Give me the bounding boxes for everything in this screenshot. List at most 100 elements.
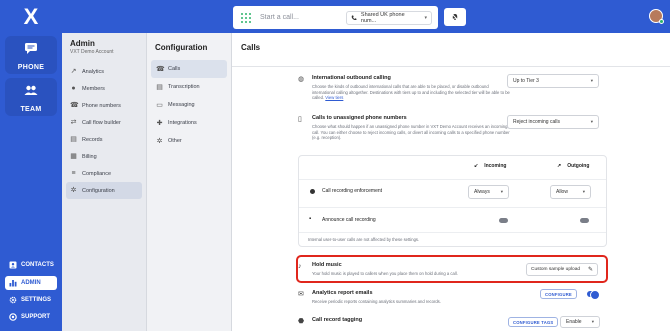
config-nav-calls[interactable]: ☎ Calls: [151, 60, 227, 78]
header-divider: [232, 66, 670, 67]
incoming-recording-value: Always: [474, 189, 490, 195]
call-tagging-value: Enable: [566, 319, 582, 325]
admin-nav-call-flow-builder[interactable]: ⇄ Call flow builder: [66, 114, 142, 131]
call-tagging-select[interactable]: Enable ▾: [560, 316, 600, 328]
contacts-icon: [9, 261, 17, 269]
chevron-down-icon: ▾: [500, 189, 503, 194]
analytics-emails-desc: Receive periodic reports containing anal…: [312, 299, 441, 304]
call-input[interactable]: Start a call...: [260, 14, 346, 21]
app-logo: X: [23, 4, 39, 29]
config-nav-label: Other: [168, 138, 182, 144]
bar-chart-icon: [9, 280, 17, 287]
config-nav-label: Integrations: [168, 120, 197, 126]
outgoing-recording-value: Allow: [556, 189, 568, 195]
document-icon: ▤: [156, 83, 163, 91]
record-icon: [310, 189, 315, 194]
phone-number-select[interactable]: Shared UK phone num... ▾: [346, 10, 432, 25]
arrow-outgoing-icon: ↗: [557, 163, 562, 169]
rail-support-button[interactable]: SUPPORT: [5, 310, 57, 324]
admin-subtitle: VXT Demo Account: [70, 49, 114, 55]
chevron-down-icon: ▾: [582, 189, 585, 194]
rail-settings-button[interactable]: SETTINGS: [5, 293, 57, 307]
dialpad-icon[interactable]: [241, 12, 251, 23]
unassigned-title: Calls to unassigned phone numbers: [312, 115, 407, 121]
message-icon: ▭: [156, 101, 163, 109]
admin-nav-label: Billing: [82, 153, 97, 160]
admin-nav-label: Records: [82, 136, 103, 143]
configure-button[interactable]: CONFIGURE: [540, 289, 577, 299]
billing-icon: ▦: [70, 153, 77, 160]
admin-nav-billing[interactable]: ▦ Billing: [66, 148, 142, 165]
flow-icon: ⇄: [70, 119, 77, 126]
panel-divider: [299, 232, 606, 233]
configuration-title: Configuration: [155, 43, 208, 52]
international-tier-value: Up to Tier 3: [513, 78, 539, 84]
config-nav-transcription[interactable]: ▤ Transcription: [151, 78, 227, 96]
team-icon: [24, 85, 38, 95]
top-bar: Start a call... Shared UK phone num... ▾: [62, 0, 670, 33]
announce-title: Announce call recording: [322, 217, 376, 223]
unassigned-action-select[interactable]: Reject incoming calls ▾: [507, 115, 599, 129]
online-status-dot: [659, 19, 664, 24]
admin-nav-label: Configuration: [82, 187, 115, 194]
admin-nav-label: Analytics: [82, 68, 105, 75]
outgoing-recording-select[interactable]: Allow ▾: [550, 185, 591, 199]
config-nav-label: Calls: [168, 66, 181, 72]
admin-nav-records[interactable]: ▤ Records: [66, 131, 142, 148]
incoming-recording-select[interactable]: Always ▾: [468, 185, 509, 199]
mail-icon: ✉: [298, 291, 304, 298]
analytics-emails-toggle[interactable]: [587, 290, 600, 300]
admin-nav-compliance[interactable]: ≡ Compliance: [66, 165, 142, 182]
view-tiers-link[interactable]: View tiers: [325, 95, 343, 100]
configuration-sidebar: Configuration ☎ Calls ▤ Transcription ▭ Mes…: [147, 33, 232, 331]
panel-divider: [299, 179, 606, 180]
international-tier-select[interactable]: Up to Tier 3 ▾: [507, 74, 599, 88]
admin-nav-phone-numbers[interactable]: ☎ Phone numbers: [66, 97, 142, 114]
phone-icon: ☎: [70, 102, 79, 109]
admin-nav-configuration[interactable]: ✲ Configuration: [66, 182, 142, 199]
configure-tags-button[interactable]: CONFIGURE TAGS: [508, 317, 559, 327]
members-icon: ●: [71, 85, 76, 92]
config-nav-messaging[interactable]: ▭ Messaging: [151, 96, 227, 114]
announce-incoming-toggle[interactable]: [499, 218, 508, 223]
panel-divider: [299, 207, 606, 208]
records-icon: ▤: [70, 136, 77, 143]
highlight-box: [296, 255, 608, 283]
puzzle-icon: ✚: [156, 119, 163, 127]
call-box: Start a call... Shared UK phone num... ▾: [233, 6, 438, 29]
internal-calls-note: Internal user-to-user calls are not affe…: [308, 237, 420, 242]
calls-settings-panel: Calls ◍ International outbound calling C…: [232, 33, 670, 331]
admin-nav-analytics[interactable]: ↗ Analytics: [66, 63, 142, 80]
phone-device-icon: ▯: [298, 116, 302, 123]
gear-icon: [9, 296, 17, 304]
support-icon: [9, 313, 17, 321]
rail-admin-button[interactable]: ADMIN: [5, 276, 57, 290]
chevron-down-icon: ▾: [590, 119, 593, 124]
incoming-header-label: Incoming: [484, 163, 507, 169]
bell-off-icon: [451, 13, 459, 21]
globe-icon: ◍: [298, 76, 305, 83]
config-nav-integrations[interactable]: ✚ Integrations: [151, 114, 227, 132]
avatar[interactable]: [649, 9, 664, 24]
rail-phone-label: PHONE: [17, 64, 45, 71]
admin-nav-members[interactable]: ● Members: [66, 80, 142, 97]
rail-phone-button[interactable]: PHONE: [5, 36, 57, 74]
config-nav-label: Transcription: [168, 84, 200, 90]
announce-outgoing-toggle[interactable]: [580, 218, 589, 223]
chat-icon: [25, 43, 37, 54]
announce-icon: ▪: [309, 216, 312, 222]
rail-settings-label: SETTINGS: [21, 297, 52, 303]
chevron-down-icon: ▾: [424, 14, 427, 21]
do-not-disturb-button[interactable]: [444, 8, 466, 26]
rail-contacts-button[interactable]: CONTACTS: [5, 258, 57, 272]
config-nav-label: Messaging: [168, 102, 195, 108]
admin-sidebar: Admin VXT Demo Account ↗ Analytics ● Membe…: [62, 33, 147, 331]
rail-team-button[interactable]: TEAM: [5, 78, 57, 116]
rail-team-label: TEAM: [20, 106, 42, 113]
gear-icon: ✲: [70, 187, 77, 194]
admin-nav-label: Compliance: [82, 170, 112, 177]
config-nav-other[interactable]: ✲ Other: [151, 132, 227, 150]
chevron-down-icon: ▾: [590, 78, 593, 83]
incoming-header: ↙ Incoming: [474, 163, 506, 169]
app-rail: X PHONE TEAM CONTACTS ADMIN SETTINGS SUP…: [0, 0, 62, 331]
